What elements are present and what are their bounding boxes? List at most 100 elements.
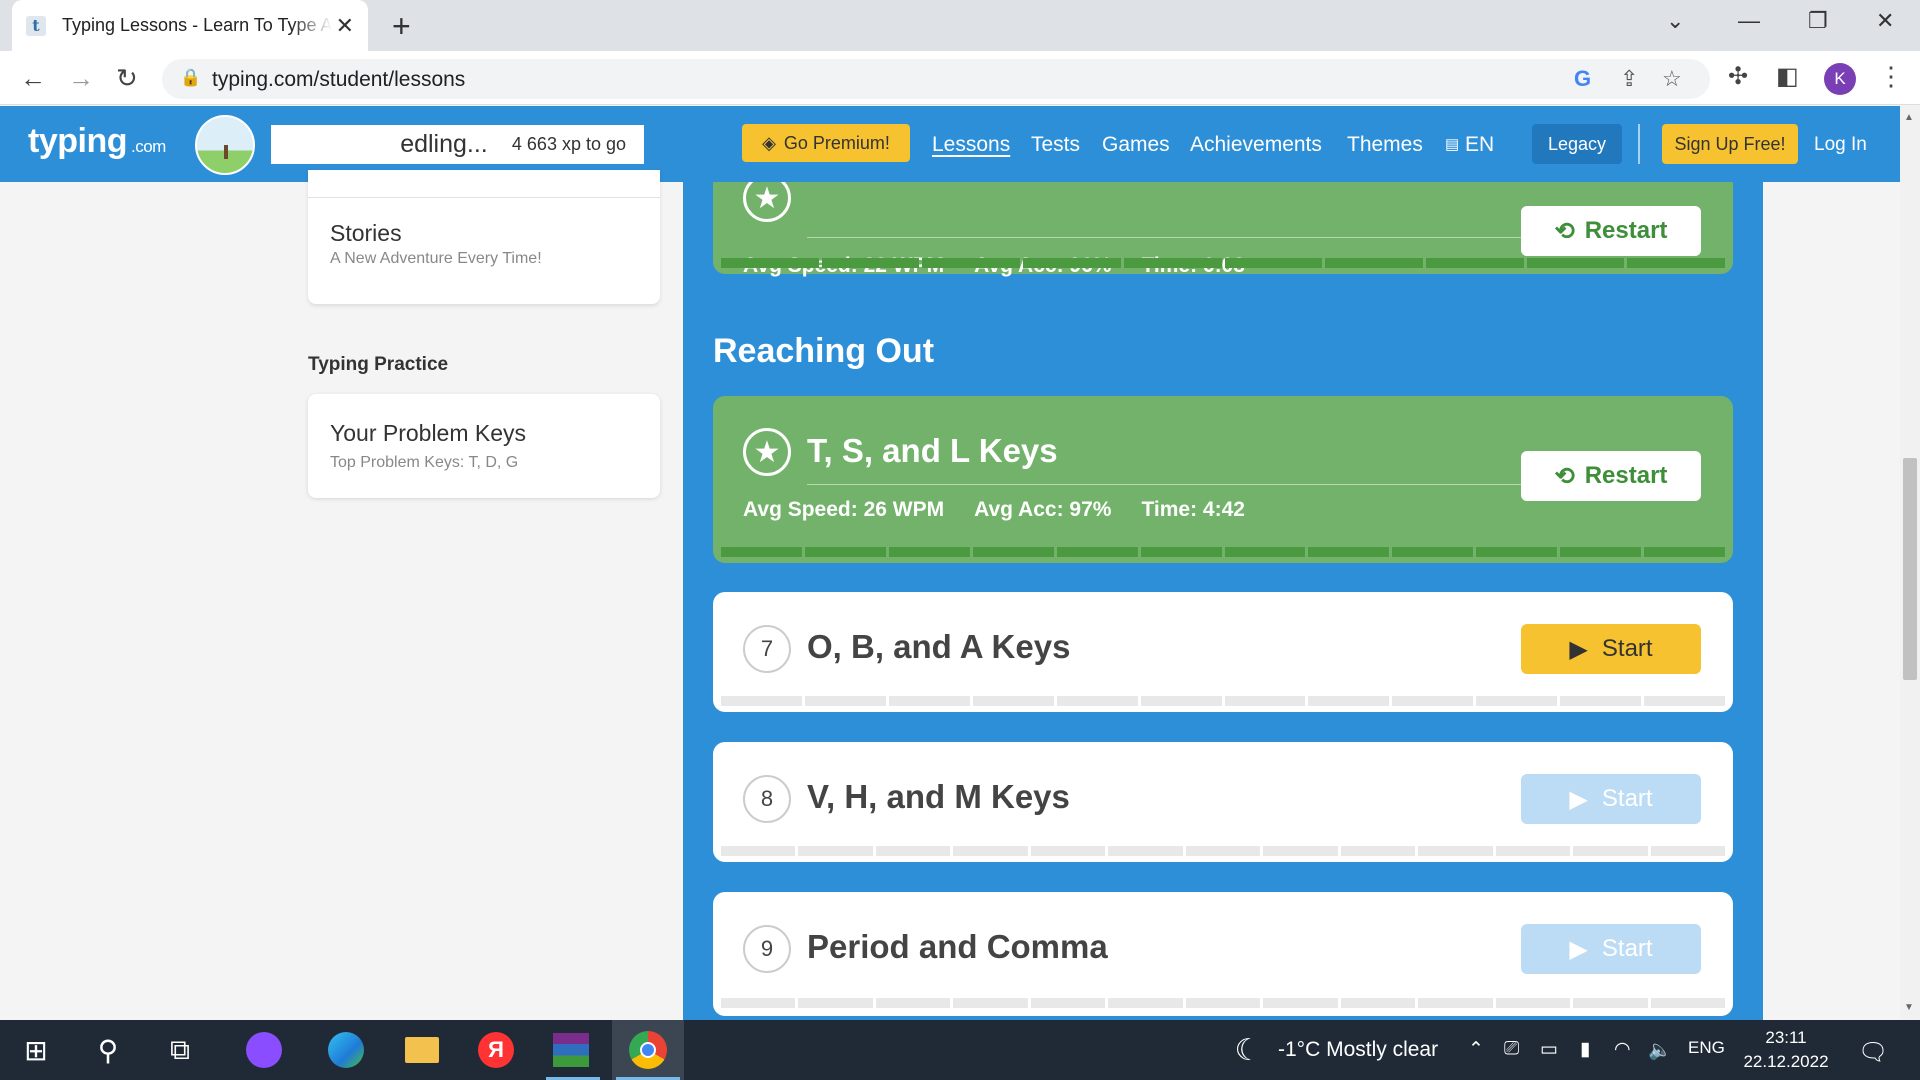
- nav-themes[interactable]: Themes: [1347, 133, 1423, 157]
- browser-menu-icon[interactable]: ⋮: [1878, 61, 1904, 92]
- restart-button[interactable]: ⟲ Restart: [1521, 206, 1701, 256]
- level-name-filled: Typing Se: [289, 130, 401, 158]
- window-close-icon[interactable]: ✕: [1876, 8, 1894, 34]
- extensions-icon[interactable]: ✣: [1728, 62, 1748, 91]
- start-label: Start: [1601, 635, 1653, 662]
- card-divider: [308, 197, 660, 198]
- lesson-card-completed-prev[interactable]: ★ Avg Speed: 22 WPM Avg Acc: 96% Time: 6…: [713, 182, 1733, 277]
- forward-icon[interactable]: →: [68, 63, 94, 94]
- weather-text[interactable]: -1°C Mostly clear: [1278, 1038, 1438, 1062]
- page-scrollbar[interactable]: ▲ ▼: [1900, 106, 1920, 1020]
- browser-tabbar: t Typing Lessons - Learn To Type A ✕ + ⌄…: [0, 0, 1920, 51]
- battery-icon[interactable]: ▭: [1540, 1038, 1558, 1061]
- microphone-icon[interactable]: ▮: [1580, 1038, 1590, 1061]
- play-icon: ▶: [1569, 635, 1588, 663]
- volume-icon[interactable]: 🔈: [1648, 1038, 1672, 1062]
- task-view-icon[interactable]: ⧉: [160, 1030, 200, 1070]
- minimize-icon[interactable]: —: [1738, 8, 1760, 34]
- nav-games[interactable]: Games: [1102, 133, 1170, 157]
- lesson-progress-bar: [721, 696, 1726, 706]
- tab-close-icon[interactable]: ✕: [336, 13, 354, 39]
- start-button[interactable]: ▶ Start: [1521, 774, 1701, 824]
- level-name-rest: edling...: [400, 130, 488, 158]
- lesson-card-9[interactable]: 9 Period and Comma ▶ Start: [713, 892, 1733, 1016]
- lessons-panel: ★ Avg Speed: 22 WPM Avg Acc: 96% Time: 6…: [683, 182, 1763, 1020]
- lesson-divider: [807, 484, 1553, 485]
- start-button[interactable]: ▶ Start: [1521, 624, 1701, 674]
- scroll-down-icon[interactable]: ▼: [1904, 1002, 1914, 1013]
- sign-up-button[interactable]: Sign Up Free!: [1662, 124, 1798, 164]
- lesson-card-8[interactable]: 8 V, H, and M Keys ▶ Start: [713, 742, 1733, 862]
- xp-to-go: 4 663 xp to go: [511, 134, 626, 154]
- site-header: typing .com Typing Seedling... 4 663 xp t…: [0, 106, 1900, 182]
- start-button[interactable]: ▶ Start: [1521, 924, 1701, 974]
- restore-icon[interactable]: ❐: [1808, 8, 1828, 34]
- lesson-number: 8: [743, 775, 791, 823]
- lesson-card-7[interactable]: 7 O, B, and A Keys ▶ Start: [713, 592, 1733, 712]
- level-progress[interactable]: Typing Seedling... 4 663 xp to go: [271, 125, 644, 164]
- language-label: EN: [1465, 133, 1495, 156]
- back-icon[interactable]: ←: [20, 63, 46, 94]
- level-name: Typing Seedling...: [289, 127, 488, 162]
- seedling-avatar[interactable]: [195, 115, 255, 175]
- alice-assistant-icon[interactable]: [244, 1030, 284, 1070]
- taskbar-clock[interactable]: 23:11 22.12.2022: [1740, 1026, 1832, 1074]
- lesson-progress-bar: [721, 998, 1726, 1008]
- share-icon[interactable]: ⇪: [1620, 66, 1638, 92]
- stories-card[interactable]: Stories A New Adventure Every Time!: [308, 170, 660, 304]
- problem-keys-card[interactable]: Your Problem Keys Top Problem Keys: T, D…: [308, 394, 660, 498]
- reload-icon[interactable]: ↻: [116, 63, 138, 94]
- chrome-icon[interactable]: [628, 1030, 668, 1070]
- edge-browser-icon[interactable]: [326, 1030, 366, 1070]
- url-text[interactable]: typing.com/student/lessons: [212, 68, 465, 92]
- profile-avatar[interactable]: K: [1824, 63, 1856, 95]
- address-bar[interactable]: 🔒 typing.com/student/lessons G ⇪ ☆: [162, 59, 1710, 99]
- lesson-stats: Avg Speed: 26 WPM Avg Acc: 97% Time: 4:4…: [743, 498, 1245, 522]
- start-label: Start: [1601, 785, 1653, 812]
- typing-favicon-icon: t: [26, 15, 46, 36]
- browser-tab[interactable]: t Typing Lessons - Learn To Type A ✕: [12, 0, 368, 51]
- nav-tests[interactable]: Tests: [1031, 133, 1080, 157]
- restart-label: Restart: [1584, 217, 1668, 244]
- clock-time: 23:11: [1765, 1028, 1807, 1047]
- sidebar: [8, 182, 683, 1020]
- site-logo[interactable]: typing .com: [28, 122, 166, 161]
- nav-lessons[interactable]: Lessons: [932, 133, 1010, 157]
- nav-achievements[interactable]: Achievements: [1190, 133, 1322, 157]
- bookmark-star-icon[interactable]: ☆: [1662, 66, 1682, 92]
- lesson-progress-bar: [721, 258, 1726, 268]
- lesson-card-t-s-l[interactable]: ★ T, S, and L Keys Avg Speed: 26 WPM Avg…: [713, 396, 1733, 563]
- lesson-title: O, B, and A Keys: [807, 628, 1071, 665]
- windows-start-icon[interactable]: ⊞: [16, 1030, 56, 1070]
- file-explorer-icon[interactable]: [402, 1030, 442, 1070]
- history-icon: ⟲: [1554, 462, 1575, 490]
- wifi-icon[interactable]: ◠: [1614, 1038, 1631, 1061]
- search-icon[interactable]: ⚲: [88, 1030, 128, 1070]
- scroll-thumb[interactable]: [1903, 458, 1917, 680]
- weather-moon-icon[interactable]: ☾: [1228, 1030, 1268, 1070]
- go-premium-button[interactable]: ◈ Go Premium!: [742, 124, 910, 162]
- scroll-up-icon[interactable]: ▲: [1904, 112, 1914, 123]
- new-tab-icon[interactable]: +: [392, 8, 411, 45]
- input-language[interactable]: ENG: [1688, 1038, 1725, 1058]
- restart-button[interactable]: ⟲ Restart: [1521, 451, 1701, 501]
- problem-keys-title: Your Problem Keys: [330, 420, 527, 446]
- winrar-icon[interactable]: [551, 1030, 591, 1070]
- meet-now-icon[interactable]: ⎚: [1504, 1038, 1519, 1060]
- lesson-progress-bar: [721, 846, 1726, 856]
- lesson-time: Time: 4:42: [1141, 498, 1245, 521]
- log-in-link[interactable]: Log In: [1814, 134, 1867, 156]
- avg-accuracy: Avg Acc: 97%: [974, 498, 1112, 521]
- yandex-browser-icon[interactable]: Я: [476, 1030, 516, 1070]
- history-icon: ⟲: [1554, 217, 1575, 245]
- side-panel-icon[interactable]: ◧: [1776, 62, 1799, 91]
- legacy-button[interactable]: Legacy: [1532, 124, 1622, 164]
- logo-text: typing: [28, 122, 127, 160]
- language-selector[interactable]: ▤ EN: [1445, 133, 1494, 157]
- windows-taskbar: ⊞ ⚲ ⧉ Я ☾ -1°C Mostly clear ⌃ ⎚ ▭ ▮ ◠ 🔈 …: [0, 1020, 1920, 1080]
- google-icon[interactable]: G: [1574, 66, 1591, 92]
- notifications-icon[interactable]: 🗨: [1858, 1038, 1888, 1067]
- tab-search-icon[interactable]: ⌄: [1666, 8, 1684, 34]
- tray-expand-icon[interactable]: ⌃: [1468, 1038, 1484, 1061]
- lock-icon[interactable]: 🔒: [180, 68, 201, 88]
